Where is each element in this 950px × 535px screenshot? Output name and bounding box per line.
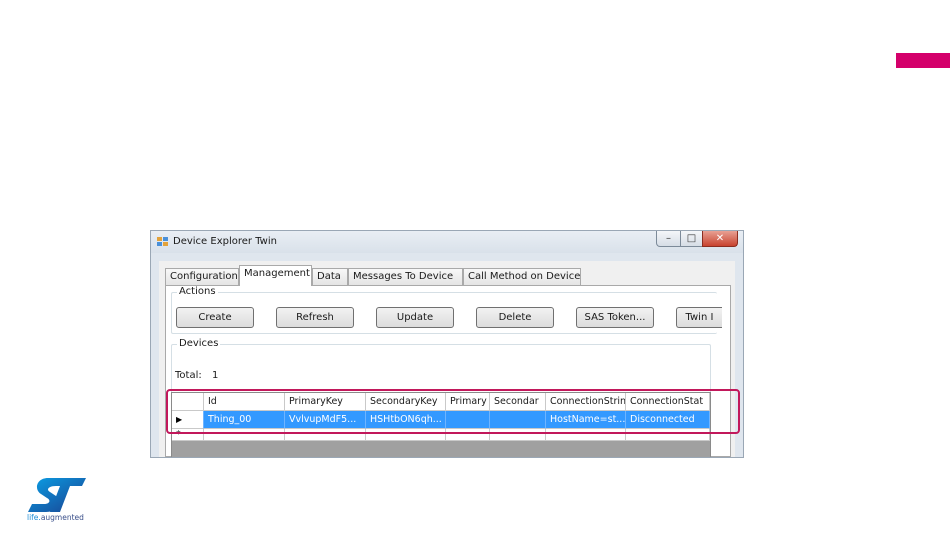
maximize-button[interactable]: □ xyxy=(680,231,703,247)
total-count: 1 xyxy=(212,370,219,381)
tab-call-method-on-device[interactable]: Call Method on Device xyxy=(463,268,581,285)
update-button[interactable]: Update xyxy=(376,307,454,328)
app-icon xyxy=(157,237,169,247)
actions-label: Actions xyxy=(177,286,218,297)
close-button[interactable]: ✕ xyxy=(702,231,738,247)
logo-tagline: life.augmented xyxy=(27,513,84,522)
delete-button[interactable]: Delete xyxy=(476,307,554,328)
sas-token-button[interactable]: SAS Token... xyxy=(576,307,654,328)
accent-bar xyxy=(896,53,950,68)
title-bar[interactable]: Device Explorer Twin – □ ✕ xyxy=(151,231,743,253)
devices-label: Devices xyxy=(177,338,221,349)
create-button[interactable]: Create xyxy=(176,307,254,328)
actions-group: Actions Create Refresh Update Delete SAS… xyxy=(171,286,722,334)
tab-configuration[interactable]: Configuration xyxy=(165,268,239,285)
window-title: Device Explorer Twin xyxy=(173,236,277,247)
twin-button[interactable]: Twin I xyxy=(676,307,722,328)
highlight-frame xyxy=(166,389,740,434)
st-logo xyxy=(28,478,86,512)
tab-messages-to-device[interactable]: Messages To Device xyxy=(348,268,463,285)
total-label: Total: xyxy=(175,370,202,381)
refresh-button[interactable]: Refresh xyxy=(276,307,354,328)
tab-data[interactable]: Data xyxy=(312,268,348,285)
minimize-button[interactable]: – xyxy=(656,231,681,247)
tab-management[interactable]: Management xyxy=(239,265,312,286)
